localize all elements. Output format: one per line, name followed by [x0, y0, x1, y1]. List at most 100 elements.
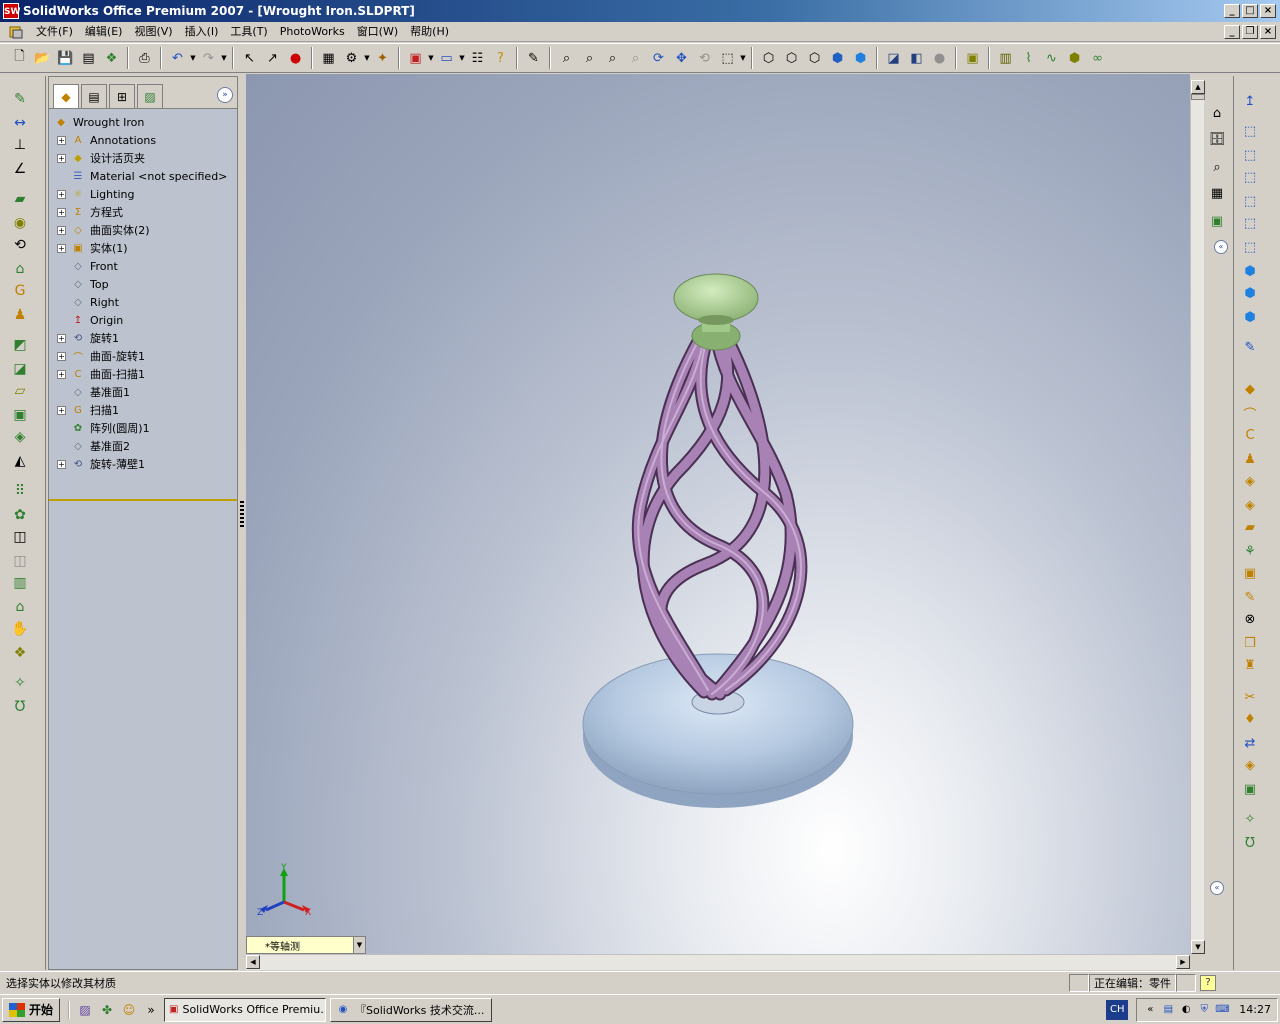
solidworks-app-icon[interactable]: SW: [3, 3, 20, 19]
tree-item[interactable]: + Σ 方程式: [49, 203, 237, 221]
back-view-icon[interactable]: ⬚: [1238, 144, 1262, 166]
options-icon[interactable]: ⚙: [340, 47, 363, 70]
chamfer-icon[interactable]: ◭: [8, 450, 32, 472]
chat-app-icon[interactable]: ☺: [120, 1001, 138, 1019]
photoworks-icon[interactable]: ✦: [371, 47, 394, 70]
reference-geometry-icon[interactable]: ∠: [8, 158, 32, 180]
undo-dropdown-icon[interactable]: ▼: [189, 54, 197, 62]
expand-icon[interactable]: +: [57, 153, 66, 163]
expand-icon[interactable]: +: [57, 189, 66, 199]
rib-icon[interactable]: ▥: [8, 572, 32, 594]
quick-launch-more-icon[interactable]: »: [142, 1001, 160, 1019]
tree-item[interactable]: ☰ Material <not specified>: [49, 167, 237, 185]
appearances-icon[interactable]: ▣: [1205, 210, 1229, 232]
left-view-icon[interactable]: ⬚: [1238, 166, 1262, 188]
normal-to-icon[interactable]: ↥: [1238, 90, 1262, 112]
shadows-icon[interactable]: ◪: [882, 47, 905, 70]
expand-icon[interactable]: +: [57, 243, 66, 253]
pan-icon[interactable]: ✥: [670, 47, 693, 70]
circular-pattern-icon[interactable]: ✿: [8, 504, 32, 526]
tree-item[interactable]: + ☼ Lighting: [49, 185, 237, 203]
offset-surface-icon[interactable]: ◈: [1238, 494, 1262, 516]
scroll-left-icon[interactable]: ◀: [246, 955, 260, 969]
shell-icon[interactable]: ▣: [8, 404, 32, 426]
planar-surface-icon[interactable]: ▣: [1238, 562, 1262, 584]
print-icon[interactable]: ⎙: [133, 47, 156, 70]
smart-dimension-icon[interactable]: ↔: [8, 112, 32, 134]
expand-icon[interactable]: +: [57, 351, 66, 361]
grid-icon[interactable]: ▦: [317, 47, 340, 70]
undo-icon[interactable]: ↶: [166, 47, 189, 70]
menu-item[interactable]: 帮助(H): [404, 23, 455, 41]
helix-icon[interactable]: ∿: [1040, 47, 1063, 70]
panel-splitter[interactable]: [239, 76, 245, 970]
expand-icon[interactable]: +: [57, 333, 66, 343]
tray-expand-icon[interactable]: «: [1143, 1003, 1157, 1017]
tree-root[interactable]: ◆ Wrought Iron: [49, 113, 237, 131]
zoom-selection-icon[interactable]: ⌕: [624, 47, 647, 70]
expand-icon[interactable]: +: [57, 405, 66, 415]
linear-pattern-icon[interactable]: ⠿: [8, 480, 32, 502]
open-icon[interactable]: 📂: [31, 47, 54, 70]
section-view-icon[interactable]: ◧: [905, 47, 928, 70]
projected-curve-icon[interactable]: ∞: [1086, 47, 1109, 70]
tree-item[interactable]: + ⟲ 旋转-薄壁1: [49, 455, 237, 473]
layout-dropdown-icon[interactable]: ▼: [458, 54, 466, 62]
chevron-down-icon[interactable]: ▼: [353, 937, 365, 953]
dome-icon[interactable]: ⌂: [8, 596, 32, 618]
curves-toolbar-icon[interactable]: Ʊ: [8, 696, 32, 718]
hidden-lines-removed-icon[interactable]: ⬡: [803, 47, 826, 70]
expand-icon[interactable]: +: [57, 135, 66, 145]
expand-icon[interactable]: +: [57, 225, 66, 235]
menu-item[interactable]: PhotoWorks: [274, 23, 351, 41]
view-tool-icon[interactable]: ✎: [1238, 336, 1262, 358]
status-help-icon[interactable]: ?: [1200, 974, 1216, 991]
reference-point-icon[interactable]: ✧: [8, 672, 32, 694]
model-twisted-bars[interactable]: [631, 329, 808, 701]
document-icon[interactable]: [8, 24, 24, 40]
thicken-icon[interactable]: ▣: [1238, 778, 1262, 800]
view-orientation-select[interactable]: *等轴测 ▼: [246, 936, 366, 954]
tree-item[interactable]: + ⟲ 旋转1: [49, 329, 237, 347]
model-view[interactable]: Y X Z: [246, 74, 1190, 954]
isometric-view-icon[interactable]: ⬢: [1238, 260, 1262, 282]
scroll-right-icon[interactable]: ▶: [1176, 955, 1190, 969]
doc-restore-button[interactable]: ❐: [1242, 24, 1258, 39]
swept-boss-icon[interactable]: ⟲: [8, 234, 32, 256]
relations-icon[interactable]: ⊥: [8, 134, 32, 156]
trim-surface-icon[interactable]: ⊗: [1238, 608, 1262, 630]
revolved-boss-icon[interactable]: ◉: [8, 212, 32, 234]
tree-item[interactable]: + ▣ 实体(1): [49, 239, 237, 257]
loft-icon[interactable]: ♟: [8, 304, 32, 326]
expand-icon[interactable]: +: [57, 369, 66, 379]
tree-item[interactable]: ◇ Front: [49, 257, 237, 275]
reference-point-right-icon[interactable]: ✧: [1238, 808, 1262, 830]
file-explorer-icon[interactable]: ⌕: [1205, 156, 1229, 178]
draft-icon[interactable]: ◫: [8, 550, 32, 572]
select-icon[interactable]: ↖: [238, 47, 261, 70]
extend-surface-icon[interactable]: ✎: [1238, 586, 1262, 608]
replace-face-icon[interactable]: ♦: [1238, 708, 1262, 730]
extruded-cut-icon[interactable]: ◩: [8, 334, 32, 356]
home-icon[interactable]: ⌂: [1205, 102, 1229, 124]
network-tray-icon[interactable]: ▤: [1161, 1003, 1175, 1017]
top-view-icon[interactable]: ⬚: [1238, 212, 1262, 234]
menu-item[interactable]: 窗口(W): [351, 23, 404, 41]
wrap-icon[interactable]: ✋: [8, 618, 32, 640]
surface-revolve-icon[interactable]: ⌒: [1238, 402, 1262, 424]
menu-item[interactable]: 工具(T): [224, 23, 273, 41]
front-view-icon[interactable]: ⬚: [1238, 120, 1262, 142]
right-view-icon[interactable]: ⬚: [1238, 190, 1262, 212]
shaded-icon[interactable]: ⬢: [849, 47, 872, 70]
bottom-view-icon[interactable]: ⬚: [1238, 236, 1262, 258]
make-drawing-icon[interactable]: ▤: [77, 47, 100, 70]
surface-extrude-icon[interactable]: ◆: [1238, 378, 1262, 400]
model-base-disk[interactable]: [582, 653, 854, 808]
realview-icon[interactable]: ●: [928, 47, 951, 70]
options-dropdown-icon[interactable]: ▼: [363, 54, 371, 62]
menu-item[interactable]: 文件(F): [30, 23, 79, 41]
model-top-cap[interactable]: [673, 273, 759, 351]
properties-icon[interactable]: ☷: [466, 47, 489, 70]
tree-item[interactable]: ✿ 阵列(圆周)1: [49, 419, 237, 437]
delete-face-icon[interactable]: ✂: [1238, 686, 1262, 708]
